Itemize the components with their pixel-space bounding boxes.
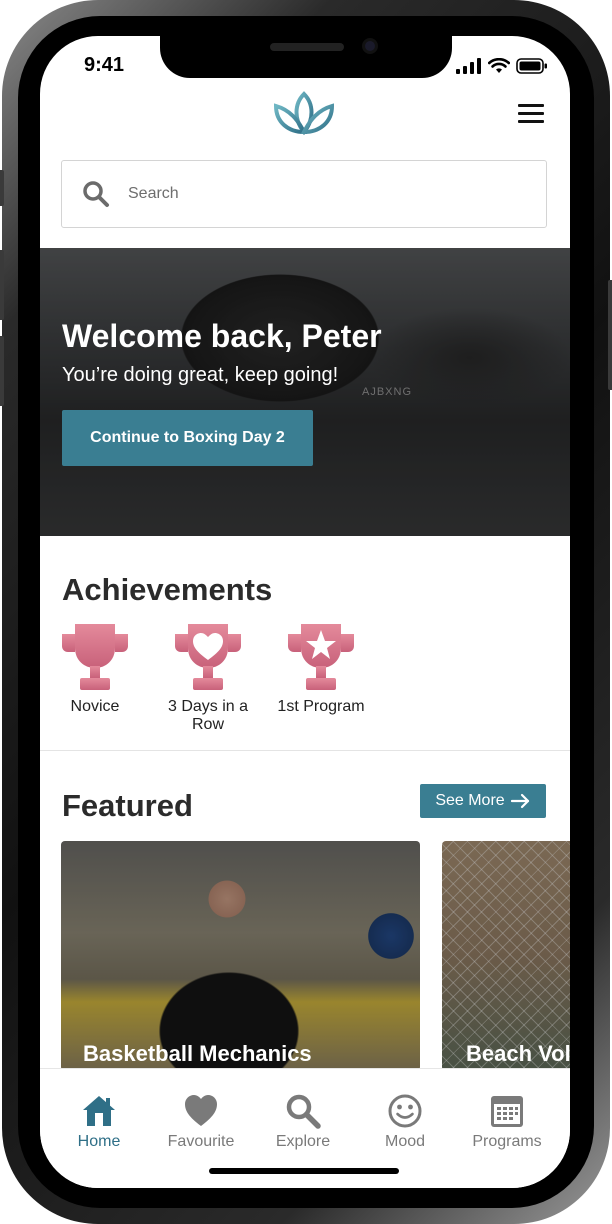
achievement-label: 1st Program <box>277 698 365 715</box>
nav-label: Explore <box>275 1133 331 1150</box>
hero-subtitle: You’re doing great, keep going! <box>62 364 339 386</box>
see-more-button[interactable]: See More <box>420 784 546 818</box>
wifi-icon <box>488 58 510 73</box>
achievement-3-days[interactable]: 3 Days in a Row <box>153 622 263 734</box>
nav-item-favourite[interactable]: Favourite <box>151 1093 251 1151</box>
notch <box>160 36 452 78</box>
featured-card-title: Beach Voll <box>466 1041 570 1066</box>
featured-card-title: Basketball Mechanics <box>83 1041 312 1066</box>
see-more-label: See More <box>435 792 505 809</box>
nav-label: Mood <box>384 1133 426 1150</box>
battery-icon <box>516 58 547 74</box>
achievements-title: Achievements <box>62 572 273 607</box>
nav-label: Home <box>77 1133 121 1150</box>
section-divider <box>40 750 570 751</box>
power-button <box>608 280 612 390</box>
card-image-shade <box>61 841 420 1071</box>
volume-down-button <box>0 336 4 406</box>
nav-item-programs[interactable]: Programs <box>457 1093 557 1151</box>
hero-overlay <box>40 248 570 536</box>
arrow-right-icon <box>510 793 529 809</box>
continue-program-button[interactable]: Continue to Boxing Day 2 <box>62 410 313 466</box>
status-time: 9:41 <box>84 54 125 76</box>
heart-icon <box>185 1095 217 1126</box>
speaker <box>270 43 344 51</box>
achievement-first-program[interactable]: 1st Program <box>266 622 376 716</box>
front-camera <box>362 38 378 54</box>
cellular-signal-icon <box>456 58 481 74</box>
trophy-heart-icon <box>175 624 241 690</box>
nav-item-home[interactable]: Home <box>49 1093 149 1151</box>
calendar-icon <box>491 1096 523 1127</box>
home-indicator[interactable] <box>209 1168 399 1174</box>
lotus-icon[interactable] <box>272 90 336 138</box>
featured-title: Featured <box>62 788 193 823</box>
search-icon <box>83 181 109 207</box>
mute-switch <box>0 170 4 206</box>
smiley-icon <box>388 1094 422 1128</box>
nav-label: Programs <box>472 1133 542 1150</box>
hamburger-menu-icon[interactable] <box>518 104 544 124</box>
volume-up-button <box>0 250 4 320</box>
hero-banner: AJBXNG Welcome back, Peter You’re doing … <box>40 248 570 536</box>
achievement-label: Novice <box>70 698 120 715</box>
featured-card[interactable]: Beach Voll <box>442 841 570 1071</box>
achievement-label: 3 Days in a Row <box>167 698 249 733</box>
nav-item-mood[interactable]: Mood <box>355 1093 455 1151</box>
search-bar[interactable] <box>61 160 547 228</box>
search-icon <box>286 1094 321 1129</box>
app-header <box>40 86 570 150</box>
card-image-shade <box>442 841 570 1071</box>
hero-title: Welcome back, Peter <box>62 318 382 354</box>
search-input[interactable] <box>128 185 488 203</box>
trophy-icon <box>62 624 128 690</box>
home-icon <box>83 1096 115 1126</box>
featured-card[interactable]: Basketball Mechanics <box>61 841 420 1071</box>
status-icons <box>456 58 548 74</box>
app-screen: 9:41 Search AJBXNG Welcome back, Peter Y… <box>40 36 570 1188</box>
nav-item-explore[interactable]: Explore <box>253 1093 353 1151</box>
achievement-novice[interactable]: Novice <box>40 622 150 716</box>
trophy-star-icon <box>288 624 354 690</box>
nav-label: Favourite <box>167 1133 235 1150</box>
